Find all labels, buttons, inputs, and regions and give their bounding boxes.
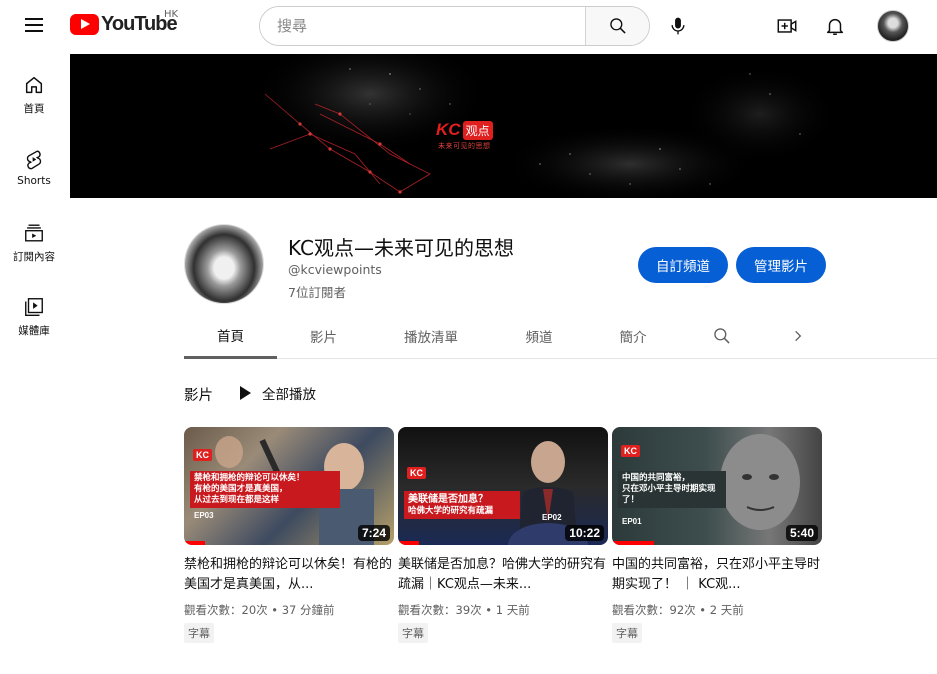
channel-banner: KC 观点 未来可见的思想 [70, 54, 937, 198]
thumbnail-caption: 中国的共同富裕， 只在邓小平主导时期实现了！ [618, 471, 726, 509]
chevron-right-icon [795, 330, 802, 342]
episode-label: EP02 [542, 513, 562, 522]
home-icon [25, 76, 43, 94]
kc-thumbnail-logo: KC [621, 445, 640, 457]
thumbnail-caption-line: 中国的共同富裕， [622, 473, 691, 483]
video-title[interactable]: 禁枪和拥枪的辩论可以休矣！有枪的美国才是真美国，从... [184, 555, 394, 595]
video-duration: 7:24 [357, 525, 390, 541]
thumbnail-caption-line: 从过去到现在都是这样 [194, 495, 280, 506]
kc-thumbnail-logo: KC [407, 467, 426, 479]
channel-avatar [184, 224, 264, 304]
youtube-logo[interactable]: YouTube [70, 13, 178, 36]
banner-art [250, 54, 840, 198]
episode-label: EP03 [194, 511, 214, 520]
kc-thumbnail-logo: KC [193, 449, 212, 461]
captions-badge: 字幕 [398, 623, 428, 643]
tab-channels[interactable]: 頻道 [491, 314, 587, 358]
channel-handle: @kcviewpoints [288, 262, 382, 277]
subscriber-count: 7位訂閱者 [288, 285, 346, 300]
sidebar-item-library[interactable]: 媒體庫 [0, 278, 68, 352]
thumbnail-caption: 禁枪和拥枪的辩论可以休矣！ 有枪的美国才是真美国， 从过去到现在都是这样 [190, 471, 340, 509]
search-box [259, 6, 650, 46]
channel-name: KC观点—未来可见的思想 [288, 236, 514, 260]
captions-badge: 字幕 [184, 623, 214, 643]
video-meta: 觀看次數：92次 • 2 天前 [612, 603, 744, 617]
search-icon [609, 18, 626, 34]
video-thumbnail[interactable]: KC 禁枪和拥枪的辩论可以休矣！ 有枪的美国才是真美国， 从过去到现在都是这样 … [184, 427, 394, 545]
sidebar-item-shorts[interactable]: Shorts [0, 130, 68, 204]
manage-videos-button[interactable]: 管理影片 [736, 247, 826, 283]
sidebar-item-label: 訂閱內容 [13, 251, 55, 263]
banner-tagline: 未来可见的思想 [438, 142, 491, 150]
shorts-icon [26, 150, 42, 170]
thumbnail-caption-line: 哈佛大学的研究有疏漏 [408, 506, 494, 516]
watch-progress-bar [398, 541, 419, 545]
customize-channel-button[interactable]: 自訂頻道 [638, 247, 728, 283]
create-button[interactable] [767, 6, 807, 46]
tab-search[interactable] [704, 314, 740, 358]
video-title[interactable]: 美联储是否加息？哈佛大学的研究有疏漏｜KC观点—未来... [398, 555, 608, 595]
video-card: KC 中国的共同富裕， 只在邓小平主导时期实现了！ EP01 5:40 中国的共… [612, 427, 822, 643]
sidebar-item-home[interactable]: 首頁 [0, 56, 68, 130]
sidebar-item-label: 首頁 [23, 103, 45, 115]
tab-videos[interactable]: 影片 [277, 314, 370, 358]
play-all-label: 全部播放 [262, 387, 316, 403]
watch-progress-bar [184, 541, 205, 545]
bell-icon [826, 18, 844, 35]
captions-badge: 字幕 [612, 623, 642, 643]
play-all-button[interactable]: 全部播放 [236, 381, 316, 405]
account-avatar[interactable] [877, 10, 909, 42]
episode-label: EP01 [622, 517, 642, 526]
video-duration: 5:40 [785, 525, 818, 541]
tab-playlists[interactable]: 播放清單 [383, 314, 479, 358]
play-icon [240, 386, 251, 400]
thumbnail-caption: 美联储是否加息？ 哈佛大学的研究有疏漏 [404, 491, 520, 520]
tabs-scroll-right[interactable] [784, 314, 812, 358]
microphone-icon [671, 17, 685, 35]
notifications-button[interactable] [815, 6, 855, 46]
thumbnail-caption-line: 只在邓小平主导时期实现了！ [622, 484, 716, 506]
voice-search-button[interactable] [658, 6, 698, 46]
thumbnail-caption-line: 有枪的美国才是真美国， [194, 484, 288, 495]
video-title[interactable]: 中国的共同富裕，只在邓小平主导时期实现了！ ｜ KC观... [612, 555, 822, 595]
top-bar: YouTube HK [0, 0, 937, 52]
video-thumbnail[interactable]: KC 中国的共同富裕， 只在邓小平主导时期实现了！ EP01 5:40 [612, 427, 822, 545]
library-icon [25, 298, 43, 316]
tab-about[interactable]: 簡介 [585, 314, 681, 358]
menu-icon[interactable] [22, 14, 46, 38]
channel-tabs: 首頁 影片 播放清單 頻道 簡介 [184, 314, 937, 359]
youtube-play-icon [70, 14, 99, 35]
sidebar-item-label: 媒體庫 [18, 325, 50, 337]
create-video-icon [777, 19, 797, 33]
watch-progress-bar [612, 541, 654, 545]
sidebar-item-subscriptions[interactable]: 訂閱內容 [0, 204, 68, 278]
video-meta: 觀看次數：39次 • 1 天前 [398, 603, 530, 617]
video-duration: 10:22 [565, 525, 604, 541]
search-icon [714, 328, 730, 344]
sidebar: 首頁 Shorts 訂閱內容 媒體庫 [0, 56, 68, 352]
subscriptions-icon [25, 224, 43, 242]
search-input[interactable] [260, 7, 585, 45]
banner-brand-box: 观点 [462, 121, 493, 140]
video-thumbnail[interactable]: KC 美联储是否加息？ 哈佛大学的研究有疏漏 EP02 10:22 [398, 427, 608, 545]
video-card: KC 禁枪和拥枪的辩论可以休矣！ 有枪的美国才是真美国， 从过去到现在都是这样 … [184, 427, 394, 643]
banner-brand: KC [436, 120, 461, 139]
video-card: KC 美联储是否加息？ 哈佛大学的研究有疏漏 EP02 10:22 美联储是否加… [398, 427, 608, 643]
region-code: HK [164, 9, 179, 20]
tab-home[interactable]: 首頁 [184, 314, 277, 359]
thumbnail-caption-line: 美联储是否加息？ [408, 494, 488, 505]
video-meta: 觀看次數：20次 • 37 分鐘前 [184, 603, 335, 617]
thumbnail-caption-line: 禁枪和拥枪的辩论可以休矣！ [194, 473, 305, 483]
section-title: 影片 [184, 388, 213, 404]
sidebar-item-label: Shorts [17, 175, 51, 187]
banner-logo: KC 观点 未来可见的思想 [436, 120, 493, 151]
search-button[interactable] [585, 7, 649, 45]
